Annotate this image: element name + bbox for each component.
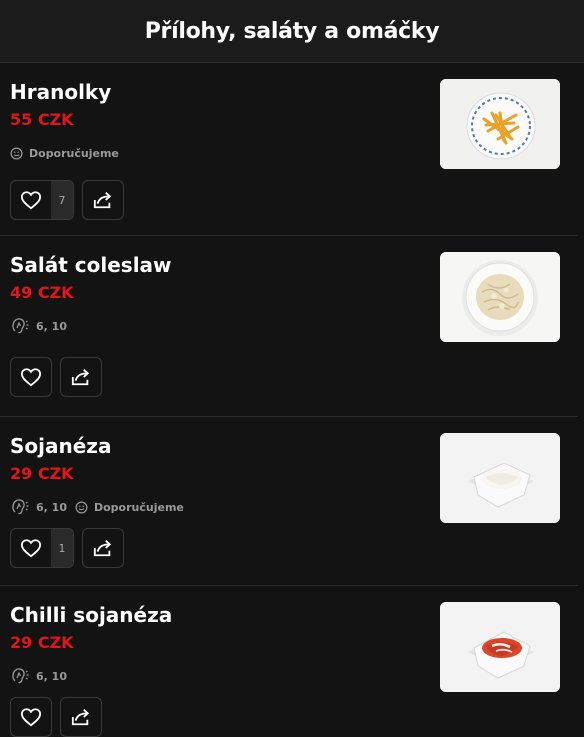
allergen-icon <box>12 499 29 515</box>
heart-icon <box>11 181 51 219</box>
allergens-label: 6, 10 <box>36 500 67 514</box>
scrollbar-track[interactable] <box>578 63 584 714</box>
menu-item-salat-coleslaw[interactable]: Salát coleslaw 49 CZK 6, 10 <box>0 236 584 417</box>
allergens-label: 6, 10 <box>36 319 67 333</box>
recommended-badge: Doporučujeme <box>75 501 184 514</box>
item-image <box>440 433 560 523</box>
item-actions: 7 <box>10 180 574 220</box>
heart-icon <box>11 529 51 567</box>
page-title-text: Přílohy, saláty a omáčky <box>144 18 440 44</box>
item-image <box>440 602 560 692</box>
recommended-icon <box>75 501 88 513</box>
share-icon <box>61 698 101 736</box>
item-actions: 1 <box>10 528 574 568</box>
page-title: Přílohy, saláty a omáčky <box>0 0 584 63</box>
recommended-icon <box>10 147 23 159</box>
recommended-label: Doporučujeme <box>93 500 184 514</box>
menu-item-hranolky[interactable]: Hranolky 55 CZK Doporučujeme 7 <box>0 63 584 236</box>
allergens-badge: 6, 10 <box>10 317 67 335</box>
menu-item-chilli-sojaneza[interactable]: Chilli sojanéza 29 CZK 6, 10 <box>0 586 584 737</box>
item-actions <box>10 357 574 397</box>
share-icon <box>83 181 123 219</box>
item-actions <box>10 697 574 737</box>
like-button[interactable] <box>10 697 52 737</box>
allergens-badge: 6, 10 <box>10 667 67 685</box>
allergens-badge: 6, 10 <box>10 498 67 516</box>
heart-icon <box>11 698 51 736</box>
share-button[interactable] <box>82 528 124 568</box>
like-button[interactable]: 7 <box>10 180 74 220</box>
share-icon <box>61 358 101 396</box>
item-image <box>440 79 560 169</box>
share-button[interactable] <box>60 357 102 397</box>
recommended-badge: Doporučujeme <box>10 147 119 160</box>
menu-list: Hranolky 55 CZK Doporučujeme 7 Salát col… <box>0 63 584 737</box>
allergen-icon <box>12 668 29 684</box>
like-count: 7 <box>51 181 73 219</box>
item-image <box>440 252 560 342</box>
like-button[interactable]: 1 <box>10 528 74 568</box>
allergen-icon <box>12 318 29 334</box>
allergens-label: 6, 10 <box>36 669 67 683</box>
share-button[interactable] <box>60 697 102 737</box>
share-button[interactable] <box>82 180 124 220</box>
recommended-label: Doporučujeme <box>29 146 119 160</box>
like-button[interactable] <box>10 357 52 397</box>
heart-icon <box>11 358 51 396</box>
share-icon <box>83 529 123 567</box>
like-count: 1 <box>51 529 73 567</box>
menu-item-sojaneza[interactable]: Sojanéza 29 CZK 6, 10 Doporučujeme 1 <box>0 417 584 586</box>
